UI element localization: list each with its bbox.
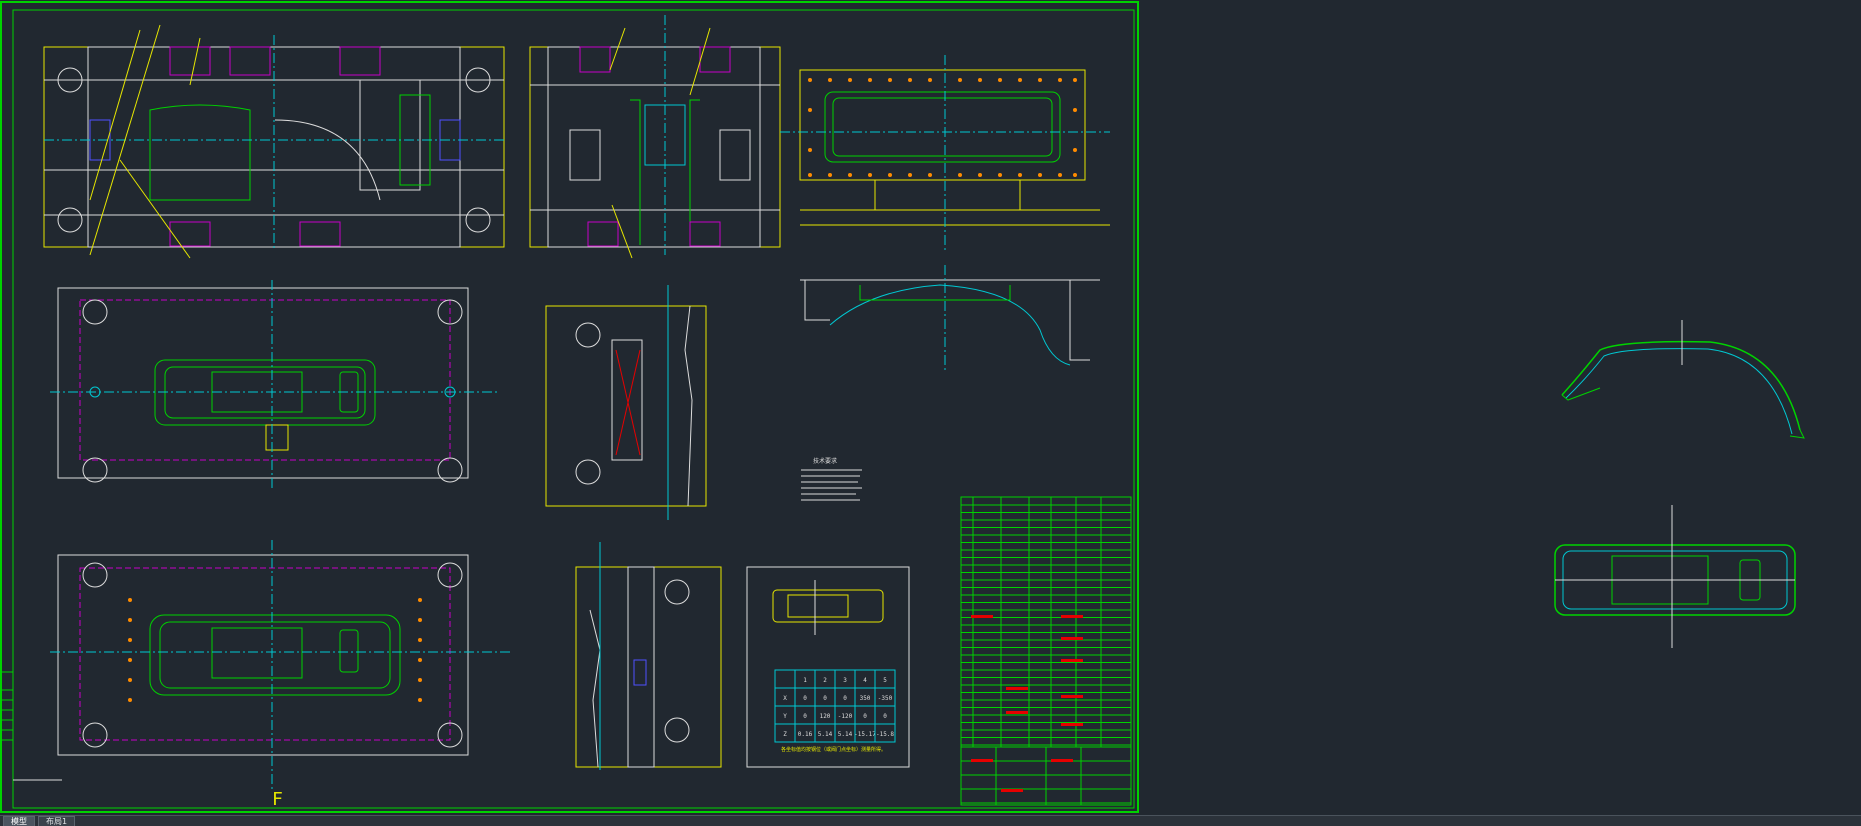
coord-table-cell: 0 [843, 695, 847, 702]
coord-table-cell: Z [783, 731, 787, 738]
tech-requirements-lines [801, 469, 862, 501]
lower-die-plan-view [50, 280, 500, 490]
coord-table-cell: 1 [803, 677, 807, 684]
coord-table-cell-border [774, 669, 796, 689]
sheet-frame [0, 1, 1139, 813]
title-block-red-mark [971, 759, 993, 762]
coord-table-cell: -120 [838, 713, 853, 720]
upper-die-plan-view [50, 540, 510, 790]
coord-table-cell: 5 [883, 677, 887, 684]
coord-table-cell: 120 [820, 713, 831, 720]
detail-view-a [545, 285, 707, 520]
coord-table-cell: 4 [863, 677, 867, 684]
coordinate-note: 各坐标值均按钢位（或阀门点坐标）测量所得。 [781, 746, 886, 753]
side-elevation-view [529, 15, 781, 259]
section-mark-label: F [272, 789, 283, 810]
coord-table-cell: 0 [823, 695, 827, 702]
title-block-red-mark [1061, 723, 1083, 726]
coord-table-cell: 0.16 [798, 731, 813, 738]
bolster-plan-view [780, 55, 1110, 250]
title-block-red-mark [1006, 711, 1028, 714]
title-block-red-mark [1061, 615, 1083, 618]
title-block-red-mark [1006, 687, 1028, 690]
title-block-red-mark [971, 615, 993, 618]
cad-drawing-canvas: F 1 2 3 4 5 X 0 0 0 350 -350 Y 0 120 -120 0 0 Z 0.16 5.14 5.… [0, 1, 1805, 813]
detail-view-b [575, 542, 722, 770]
front-elevation-view [43, 24, 505, 259]
tech-requirements-heading: 技术要求 [813, 457, 837, 465]
parts-list-title-block [960, 496, 1132, 806]
coord-table-cell: 0 [863, 713, 867, 720]
coord-table-cell: 5.14 [838, 731, 853, 738]
cad-model-viewport[interactable]: F 1 2 3 4 5 X 0 0 0 350 -350 Y 0 120 -120 0 0 Z 0.16 5.14 5.… [0, 0, 1861, 815]
coord-table-cell: 0 [883, 713, 887, 720]
title-block-red-mark [1051, 759, 1073, 762]
coord-table-cell: Y [783, 713, 787, 720]
title-block-red-mark [1061, 695, 1083, 698]
coordinate-table: 1 2 3 4 5 X 0 0 0 350 -350 Y 0 120 -120 0 0 Z 0.16 5.14 5.14… [774, 669, 896, 743]
coord-table-cell: X [783, 695, 787, 702]
section-profile-view [800, 265, 1100, 370]
coord-table-cell: 0 [803, 713, 807, 720]
part-plan-view [1554, 505, 1796, 648]
coord-table-cell: 3 [843, 677, 847, 684]
title-block-red-mark [1061, 637, 1083, 640]
coord-table-cell: -350 [878, 695, 893, 702]
coord-table-cell: 0 [803, 695, 807, 702]
coord-table-cell: 5.14 [818, 731, 833, 738]
title-block-red-mark [1001, 789, 1023, 792]
coord-table-cell: 2 [823, 677, 827, 684]
coord-table-cell: -15.17 [854, 731, 876, 738]
layout-tab-bar: 模型 布局1 [0, 815, 1861, 826]
coord-table-cell: 350 [860, 695, 871, 702]
part-side-view [1561, 320, 1805, 439]
title-block-red-mark [1061, 659, 1083, 662]
coord-table-cell: -15.8 [876, 731, 894, 738]
